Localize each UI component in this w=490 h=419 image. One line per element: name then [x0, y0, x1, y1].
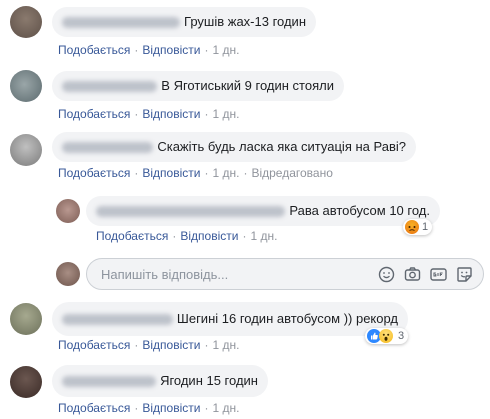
comment-actions: Подобається · Відповісти · 1 дн.	[58, 401, 240, 415]
author-name[interactable]	[62, 141, 154, 153]
comment-text: Ягодин 15 годин	[160, 373, 258, 388]
like-link[interactable]: Подобається	[58, 338, 130, 352]
author-name[interactable]	[62, 375, 157, 387]
sticker-icon[interactable]	[456, 266, 473, 283]
reply-text: Рава автобусом 10 год.	[289, 203, 430, 218]
author-name[interactable]	[96, 205, 286, 217]
avatar[interactable]	[10, 366, 42, 398]
timestamp[interactable]: 1 дн.	[212, 338, 239, 352]
comment-bubble: Шегині 16 годин автобусом )) рекорд	[52, 302, 408, 336]
reply-link[interactable]: Відповісти	[142, 166, 200, 180]
reply-link[interactable]: Відповісти	[180, 229, 238, 243]
edited-link[interactable]: Відредаговано	[251, 166, 332, 180]
comment-bubble: Грушів жах-13 годин	[52, 7, 316, 37]
reaction-summary[interactable]: 3	[365, 328, 409, 344]
comment-text: Грушів жах-13 годин	[184, 14, 306, 29]
comment-bubble: Скажіть будь ласка яка ситуація на Раві?	[52, 132, 416, 162]
timestamp[interactable]: 1 дн.	[212, 43, 239, 57]
comment-actions: Подобається · Відповісти · 1 дн.	[58, 107, 240, 121]
avatar[interactable]	[10, 303, 42, 335]
reply-input[interactable]	[99, 265, 363, 283]
comment-bubble: Ягодин 15 годин	[52, 365, 268, 397]
comment-bubble: В Яготиський 9 годин стояли	[52, 71, 344, 101]
author-name[interactable]	[62, 16, 181, 28]
emoji-icon[interactable]	[378, 266, 395, 283]
comment-text: Шегині 16 годин автобусом )) рекорд	[176, 311, 398, 326]
like-link[interactable]: Подобається	[96, 229, 168, 243]
avatar[interactable]	[10, 6, 42, 38]
reply-link[interactable]: Відповісти	[142, 401, 200, 415]
comment-actions: Подобається · Відповісти · 1 дн.	[58, 338, 240, 352]
like-link[interactable]: Подобається	[58, 107, 130, 121]
timestamp[interactable]: 1 дн.	[250, 229, 277, 243]
reply-actions: Подобається · Відповісти · 1 дн.	[96, 229, 278, 243]
reply-link[interactable]: Відповісти	[142, 43, 200, 57]
comment-actions: Подобається · Відповісти · 1 дн.	[58, 43, 240, 57]
reaction-count: 1	[422, 221, 429, 233]
reply-bubble: Рава автобусом 10 год.	[86, 196, 440, 226]
wow-reaction-icon	[379, 329, 393, 343]
like-link[interactable]: Подобається	[58, 43, 130, 57]
like-link[interactable]: Подобається	[58, 166, 130, 180]
author-name[interactable]	[62, 313, 173, 325]
timestamp[interactable]: 1 дн.	[212, 401, 239, 415]
reaction-count: 3	[398, 330, 405, 342]
comment-text: В Яготиський 9 годин стояли	[161, 78, 334, 93]
angry-reaction-icon	[405, 220, 419, 234]
timestamp[interactable]: 1 дн.	[212, 107, 239, 121]
like-link[interactable]: Подобається	[58, 401, 130, 415]
author-name[interactable]	[62, 80, 158, 92]
current-user-avatar	[56, 262, 80, 286]
timestamp[interactable]: 1 дн.	[212, 166, 239, 180]
reply-link[interactable]: Відповісти	[142, 338, 200, 352]
gif-icon[interactable]	[430, 266, 447, 283]
avatar[interactable]	[10, 134, 42, 166]
reply-input-box[interactable]	[86, 258, 484, 290]
avatar[interactable]	[10, 70, 42, 102]
reaction-summary[interactable]: 1	[403, 219, 433, 235]
comment-text: Скажіть будь ласка яка ситуація на Раві?	[157, 139, 406, 154]
camera-icon[interactable]	[404, 266, 421, 283]
reply-link[interactable]: Відповісти	[142, 107, 200, 121]
avatar[interactable]	[56, 199, 80, 223]
comment-actions: Подобається · Відповісти · 1 дн. · Відредагова…	[58, 166, 333, 180]
